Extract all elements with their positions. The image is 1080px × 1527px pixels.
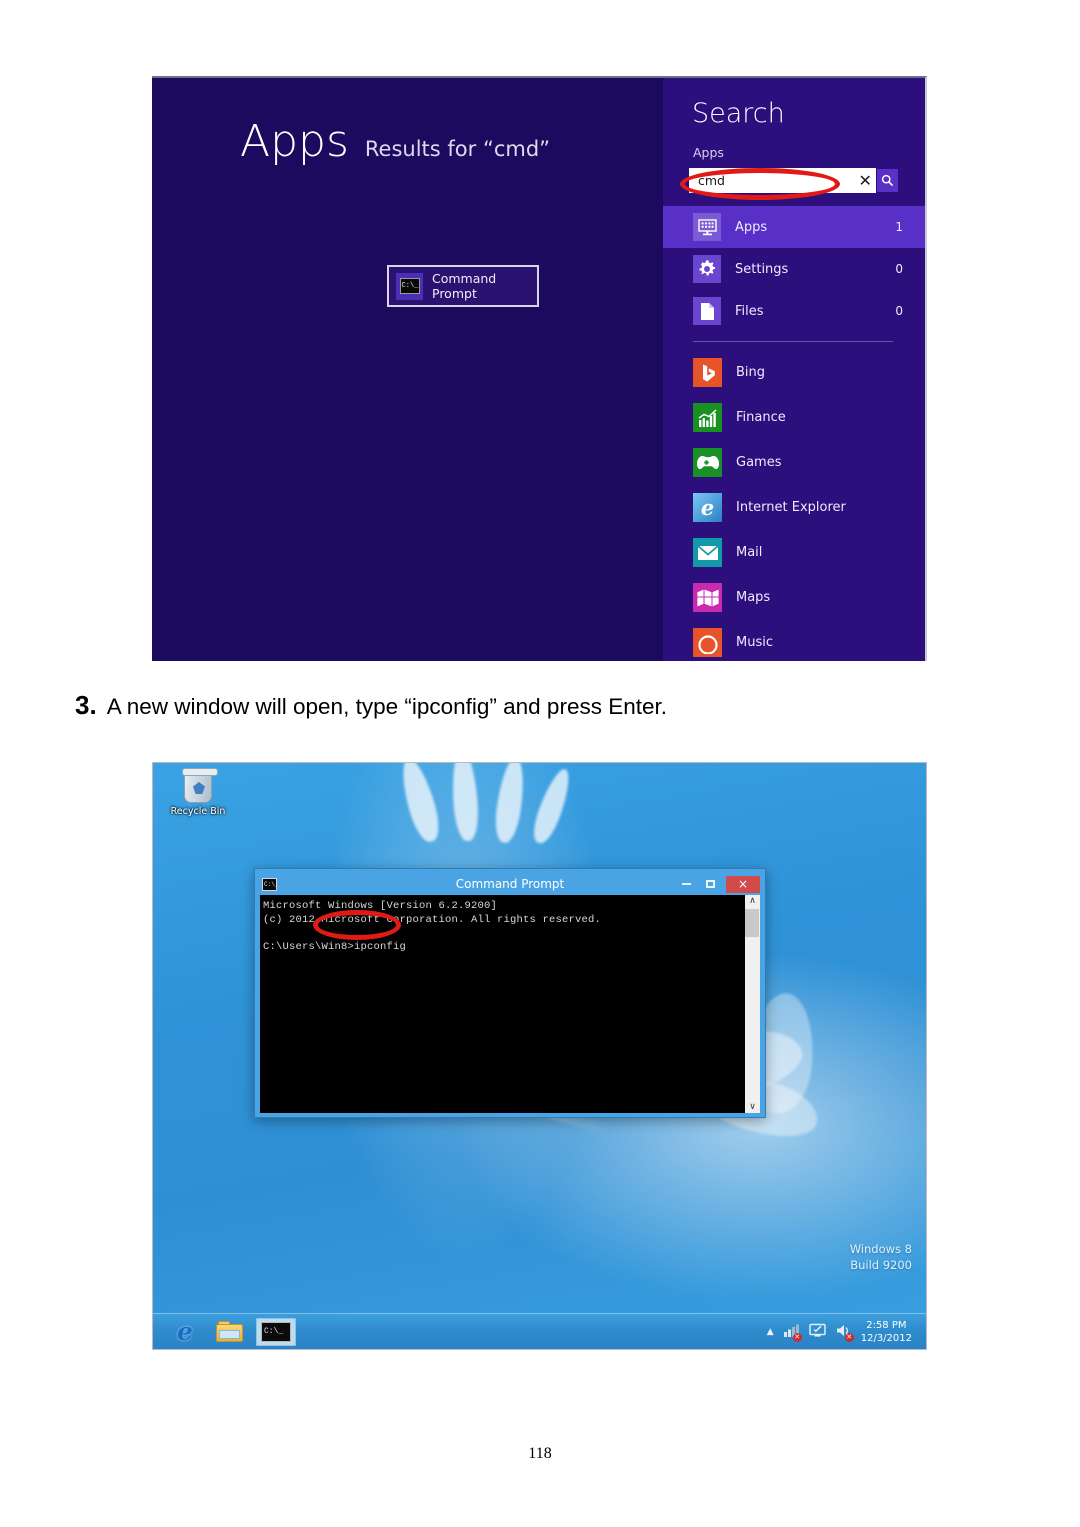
gear-icon <box>693 255 721 283</box>
file-icon <box>693 297 721 325</box>
console-body[interactable]: Microsoft Windows [Version 6.2.9200] (c)… <box>260 895 760 1113</box>
search-category-count: 0 <box>895 262 903 276</box>
watermark-line-2: Build 9200 <box>850 1258 912 1272</box>
search-category-list: Apps 1 Settings 0 Files 0 <box>663 206 925 332</box>
system-tray: ▲ ✕ ✕ 2:58 PM 12/3/2012 <box>767 1319 926 1345</box>
window-title: Command Prompt <box>455 877 565 891</box>
search-source-internet-explorer[interactable]: e Internet Explorer <box>663 485 925 530</box>
divider <box>693 341 893 342</box>
taskbar-clock[interactable]: 2:58 PM 12/3/2012 <box>861 1319 916 1345</box>
volume-muted-icon[interactable]: ✕ <box>835 1323 854 1342</box>
window-title-bar[interactable]: C:\_ Command Prompt × <box>260 873 760 895</box>
app-result-label: Command Prompt <box>432 271 497 301</box>
search-source-list: Bing Finance Games e Internet Explorer M… <box>663 350 925 661</box>
desktop-icon-recycle-bin[interactable]: Recycle Bin <box>167 768 229 817</box>
search-category-apps[interactable]: Apps 1 <box>663 206 925 248</box>
search-source-maps[interactable]: Maps <box>663 575 925 620</box>
bing-icon <box>693 358 722 387</box>
internet-explorer-icon: e <box>693 493 722 522</box>
clock-time: 2:58 PM <box>866 1319 907 1331</box>
finance-chart-icon <box>693 403 722 432</box>
results-subtitle: Results for “cmd” <box>364 137 551 161</box>
search-row: ✕ <box>689 168 899 193</box>
search-input[interactable] <box>689 168 854 193</box>
search-scope-label: Apps <box>693 145 724 160</box>
page-number: 118 <box>528 1445 552 1462</box>
music-icon <box>693 628 722 657</box>
clock-date: 12/3/2012 <box>860 1332 912 1344</box>
apps-icon <box>693 213 721 241</box>
desktop-icon-label: Recycle Bin <box>170 806 226 817</box>
command-prompt-window[interactable]: C:\_ Command Prompt × Microsoft Windows … <box>254 868 766 1118</box>
internet-explorer-icon: e <box>177 1316 193 1346</box>
search-category-label: Settings <box>735 261 789 277</box>
search-category-label: Apps <box>735 219 768 235</box>
app-result-command-prompt[interactable]: C:\_ Command Prompt <box>387 265 539 307</box>
search-source-mail[interactable]: Mail <box>663 530 925 575</box>
search-source-label: Games <box>736 455 782 470</box>
taskbar-items: e C:\_ <box>153 1316 296 1346</box>
step-number: 3. <box>75 690 97 720</box>
search-source-label: Mail <box>736 545 763 560</box>
network-error-icon[interactable]: ✕ <box>783 1323 802 1342</box>
taskbar-item-command-prompt[interactable]: C:\_ <box>256 1317 296 1346</box>
console-scrollbar[interactable]: ∧ ∨ <box>744 895 760 1113</box>
page-title: Apps <box>240 116 349 167</box>
search-source-games[interactable]: Games <box>663 440 925 485</box>
command-prompt-icon: C:\_ <box>261 1321 291 1342</box>
search-submit-button[interactable] <box>877 169 898 192</box>
search-category-count: 1 <box>895 220 903 234</box>
search-source-label: Finance <box>736 410 786 425</box>
scroll-down-arrow[interactable]: ∨ <box>749 1101 756 1113</box>
screenshot-apps-search: Apps Results for “cmd” C:\_ Command Prom… <box>152 76 927 661</box>
action-center-icon[interactable] <box>808 1323 826 1340</box>
step-text: A new window will open, type “ipconfig” … <box>106 694 667 719</box>
search-source-bing[interactable]: Bing <box>663 350 925 395</box>
show-hidden-icons-button[interactable]: ▲ <box>767 1327 774 1337</box>
search-pane: Search Apps ✕ Apps 1 <box>663 78 925 661</box>
console-output: Microsoft Windows [Version 6.2.9200] (c)… <box>263 900 602 953</box>
taskbar-item-internet-explorer[interactable]: e <box>177 1316 203 1346</box>
envelope-icon <box>693 538 722 567</box>
scroll-up-arrow[interactable]: ∧ <box>749 895 756 907</box>
clear-search-button[interactable]: ✕ <box>854 168 877 193</box>
search-category-label: Files <box>735 303 764 319</box>
search-source-label: Maps <box>736 590 771 605</box>
search-source-music[interactable]: Music <box>663 620 925 661</box>
scrollbar-thumb[interactable] <box>745 909 759 937</box>
map-icon <box>693 583 722 612</box>
search-category-settings[interactable]: Settings 0 <box>663 248 925 290</box>
apps-header: Apps Results for “cmd” <box>240 120 550 164</box>
taskbar: e C:\_ ▲ ✕ ✕ 2:58 PM 12/3/2012 <box>153 1313 926 1349</box>
screenshot-desktop-command-prompt: Recycle Bin C:\_ Command Prompt × Micros… <box>152 762 927 1350</box>
step-instruction: 3. A new window will open, type “ipconfi… <box>75 690 975 721</box>
search-pane-title: Search <box>692 98 785 129</box>
gamepad-icon <box>693 448 722 477</box>
magnifier-icon <box>881 174 894 187</box>
search-source-finance[interactable]: Finance <box>663 395 925 440</box>
document-page: Apps Results for “cmd” C:\_ Command Prom… <box>0 0 1080 1527</box>
taskbar-item-file-explorer[interactable] <box>216 1320 243 1343</box>
search-category-files[interactable]: Files 0 <box>663 290 925 332</box>
recycle-bin-icon <box>182 768 218 803</box>
command-prompt-icon: C:\_ <box>396 272 423 300</box>
search-category-count: 0 <box>895 304 903 318</box>
search-source-label: Internet Explorer <box>736 500 846 515</box>
watermark-line-1: Windows 8 <box>849 1242 912 1256</box>
windows-build-watermark: Windows 8 Build 9200 <box>850 1241 912 1273</box>
search-source-label: Music <box>736 635 773 650</box>
search-source-label: Bing <box>736 365 766 380</box>
